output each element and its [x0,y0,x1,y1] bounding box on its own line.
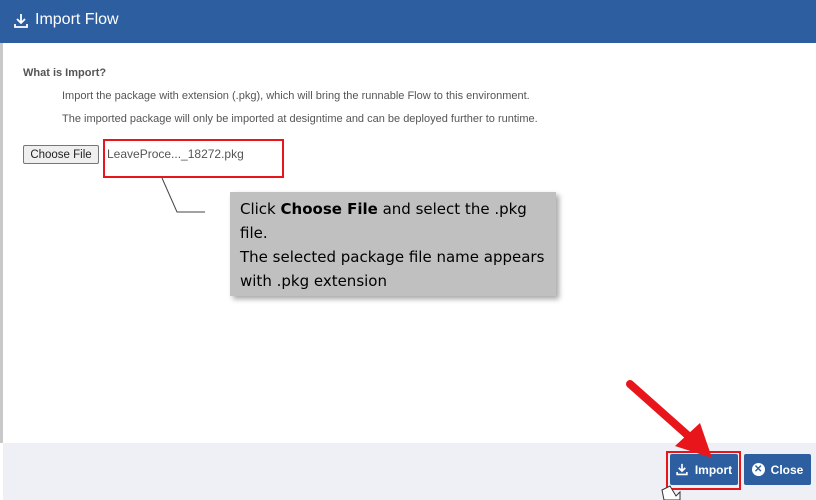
callout-prefix: Click [240,200,281,218]
dialog-title: Import Flow [35,11,119,28]
choose-file-button[interactable]: Choose File [23,145,99,164]
instruction-callout: Click Choose File and select the .pkg fi… [230,192,556,296]
description-line-1: Import the package with extension (.pkg)… [62,90,530,102]
callout-emphasis: Choose File [280,200,378,218]
callout-line-2: The selected package file name appears w… [240,248,545,290]
description-line-2: The imported package will only be import… [62,113,538,125]
download-icon [14,14,28,28]
section-heading: What is Import? [23,67,107,79]
dialog-header: Import Flow [0,0,816,43]
filename-highlight-box [103,139,284,178]
close-circle-icon: ✕ [751,463,765,476]
close-button[interactable]: ✕ Close [744,454,811,485]
import-highlight-box [666,451,741,490]
callout-leader-line [161,177,205,213]
close-button-label: Close [770,462,804,477]
window-edge [0,43,3,443]
